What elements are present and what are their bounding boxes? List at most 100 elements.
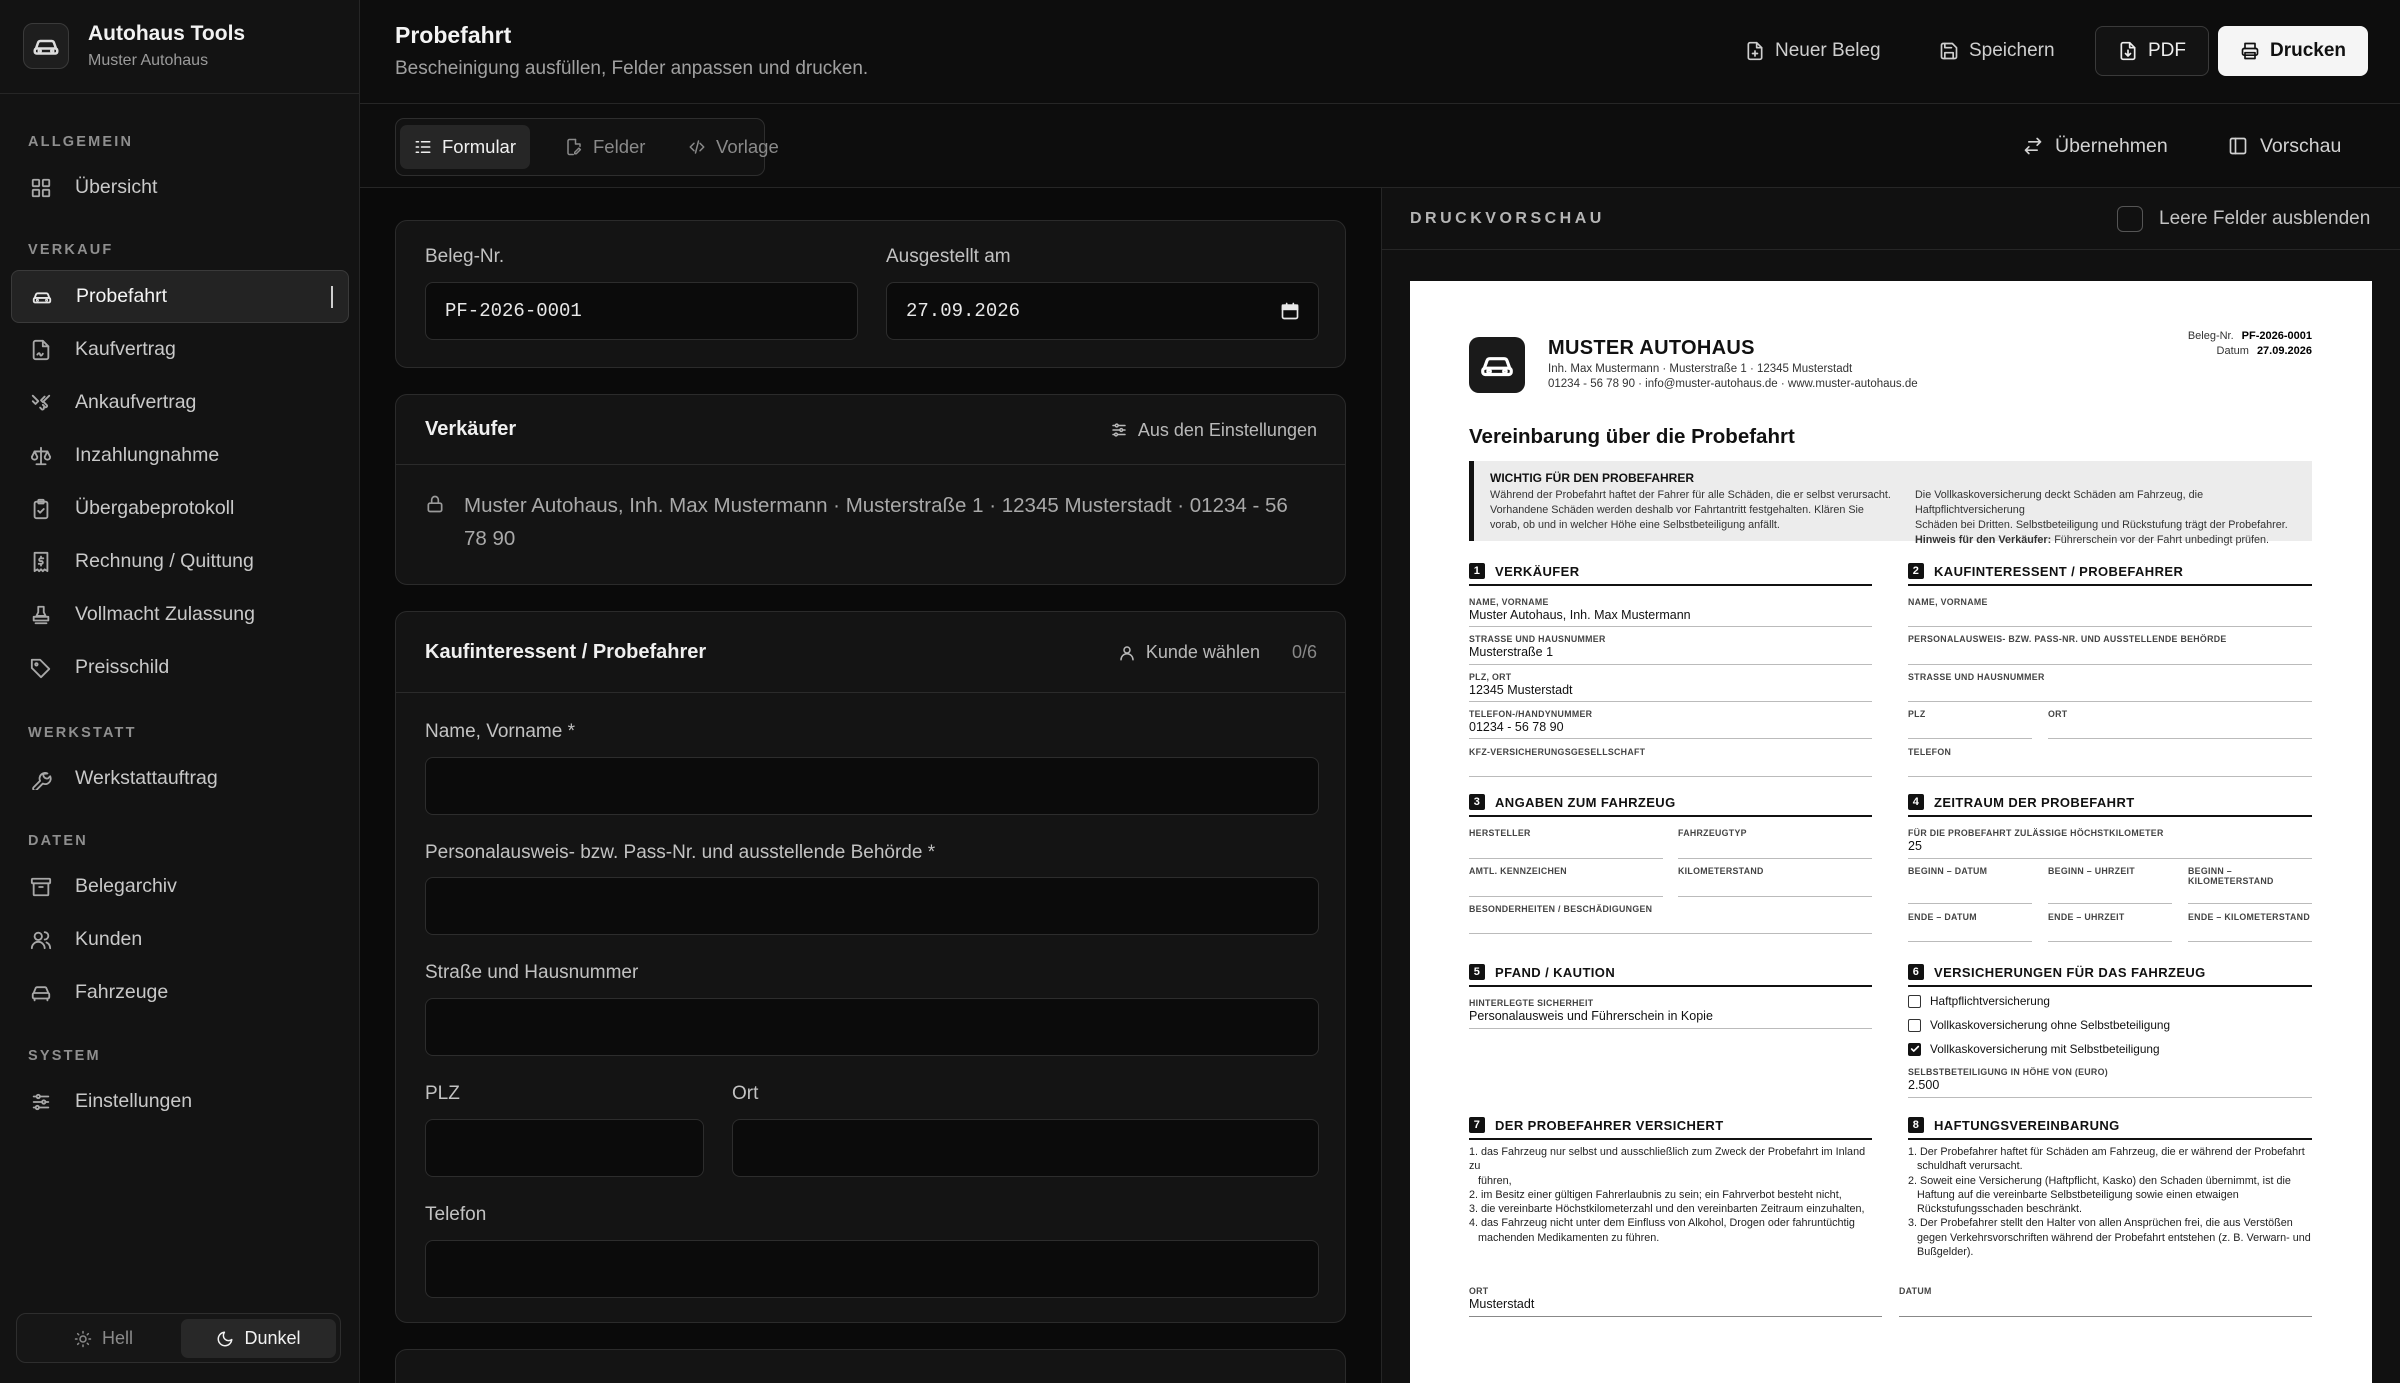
sidebar-item-uebergabeprotokoll[interactable]: Übergabeprotokoll bbox=[11, 482, 349, 535]
theme-light-button[interactable]: Hell bbox=[22, 1319, 185, 1358]
hide-empty-toggle[interactable]: Leere Felder ausblenden bbox=[2117, 203, 2370, 235]
doc-field-line bbox=[1469, 1028, 1872, 1029]
ort-label: Ort bbox=[732, 1083, 759, 1104]
sidebar-item-werkstattauftrag[interactable]: Werkstattauftrag bbox=[11, 752, 349, 805]
tab-label: Felder bbox=[593, 136, 646, 157]
section-label-daten: DATEN bbox=[28, 833, 88, 849]
doc-field-label: STRASSE UND HAUSNUMMER bbox=[1908, 672, 2045, 682]
form-list-icon bbox=[414, 138, 432, 156]
stamp-icon bbox=[7, 604, 75, 626]
handshake-icon bbox=[7, 392, 75, 414]
sidebar-item-rechnung[interactable]: Rechnung / Quittung bbox=[11, 535, 349, 588]
doc-field-value: Musterstadt bbox=[1469, 1297, 1535, 1311]
file-edit-icon bbox=[565, 138, 583, 156]
doc-field-line bbox=[1469, 896, 1663, 897]
sidebar-item-einstellungen[interactable]: Einstellungen bbox=[11, 1075, 349, 1128]
datum-input[interactable]: 27.09.2026 bbox=[886, 282, 1319, 340]
tab-formular[interactable]: Formular bbox=[400, 125, 531, 169]
file-plus-icon bbox=[1745, 41, 1765, 61]
doc-field-line bbox=[1469, 664, 1872, 665]
beleg-input[interactable]: PF-2026-0001 bbox=[425, 282, 858, 340]
apply-button[interactable]: Übernehmen bbox=[2023, 126, 2168, 166]
doc-field-label: BESONDERHEITEN / BESCHÄDIGUNGEN bbox=[1469, 904, 1653, 914]
doc-checkbox-vollkasko-ohne: Vollkaskoversicherung ohne Selbstbeteili… bbox=[1908, 1018, 2170, 1032]
tab-vorlage[interactable]: Vorlage bbox=[674, 125, 793, 169]
hide-empty-checkbox[interactable] bbox=[2117, 206, 2143, 232]
receipt-icon bbox=[7, 551, 75, 573]
doc-notice-line: Während der Probefahrt haftet der Fahrer… bbox=[1490, 489, 1891, 501]
sidebar-item-label: Ankaufvertrag bbox=[75, 391, 197, 413]
save-icon bbox=[1939, 41, 1959, 61]
section-title: PFAND / KAUTION bbox=[1495, 964, 1616, 980]
brand-name: Autohaus Tools bbox=[88, 22, 246, 45]
ort-input[interactable] bbox=[732, 1119, 1319, 1177]
pdf-button[interactable]: PDF bbox=[2095, 26, 2209, 76]
doc-field-line bbox=[1469, 933, 1872, 934]
save-button[interactable]: Speichern bbox=[1925, 26, 2069, 76]
plz-label: PLZ bbox=[425, 1083, 460, 1104]
sidebar-item-fahrzeuge[interactable]: Fahrzeuge bbox=[11, 966, 349, 1019]
preview-title: DRUCKVORSCHAU bbox=[1410, 210, 1605, 227]
sidebar-item-kunden[interactable]: Kunden bbox=[11, 913, 349, 966]
theme-dark-label: Dunkel bbox=[244, 1328, 301, 1348]
doc-field-line bbox=[1899, 1316, 2312, 1317]
doc-field-line bbox=[2188, 941, 2312, 942]
sidebar-item-uebersicht[interactable]: Übersicht bbox=[11, 161, 349, 214]
from-settings-button[interactable]: Aus den Einstellungen bbox=[1110, 395, 1317, 465]
doc-field-value: Personalausweis und Führerschein in Kopi… bbox=[1469, 1009, 1713, 1023]
strasse-input[interactable] bbox=[425, 998, 1319, 1056]
clipboard-check-icon bbox=[7, 498, 75, 520]
doc-field-value: 25 bbox=[1908, 839, 1922, 853]
doc-field-value: 2.500 bbox=[1908, 1078, 1940, 1092]
checkbox-empty-icon bbox=[1908, 1018, 1921, 1032]
doc-field-label: BEGINN – UHRZEIT bbox=[2048, 866, 2135, 876]
sidebar-item-probefahrt[interactable]: Probefahrt bbox=[11, 270, 349, 323]
page-subtitle: Bescheinigung ausfüllen, Felder anpassen… bbox=[395, 58, 869, 79]
doc-checkbox-label: Vollkaskoversicherung mit Selbstbeteilig… bbox=[1930, 1042, 2160, 1056]
active-indicator bbox=[331, 286, 333, 308]
print-button[interactable]: Drucken bbox=[2218, 26, 2369, 76]
lock-icon bbox=[425, 494, 445, 514]
doc-list-line: Haftung auf die vereinbarte Selbstbeteil… bbox=[1917, 1188, 2239, 1201]
sidebar-item-belegarchiv[interactable]: Belegarchiv bbox=[11, 860, 349, 913]
sliders-icon bbox=[7, 1091, 75, 1113]
file-download-icon bbox=[2118, 41, 2138, 61]
calendar-icon[interactable] bbox=[1280, 301, 1300, 321]
doc-company-name: MUSTER AUTOHAUS bbox=[1548, 337, 1755, 359]
doc-field-label: ENDE – KILOMETERSTAND bbox=[2188, 912, 2310, 922]
sidebar-item-label: Preisschild bbox=[75, 656, 170, 678]
sidebar-item-ankaufvertrag[interactable]: Ankaufvertrag bbox=[11, 376, 349, 429]
ausweis-input[interactable] bbox=[425, 877, 1319, 935]
theme-dark-button[interactable]: Dunkel bbox=[181, 1319, 336, 1358]
doc-notice-line: vorab, ob und in welcher Höhe eine Selbs… bbox=[1490, 519, 1780, 531]
plz-input[interactable] bbox=[425, 1119, 704, 1177]
doc-field-label: AMTL. KENNZEICHEN bbox=[1469, 866, 1567, 876]
sidebar-item-preisschild[interactable]: Preisschild bbox=[11, 641, 349, 694]
sidebar-item-vollmacht[interactable]: Vollmacht Zulassung bbox=[11, 588, 349, 641]
doc-notice-left: Während der Probefahrt haftet der Fahrer… bbox=[1490, 488, 1891, 533]
sidebar-item-inzahlungnahme[interactable]: Inzahlungnahme bbox=[11, 429, 349, 482]
preview-toggle-button[interactable]: Vorschau bbox=[2228, 126, 2341, 166]
choose-customer-button[interactable]: Kunde wählen bbox=[1146, 642, 1260, 663]
customer-card-header: Kaufinteressent / Probefahrer Kunde wähl… bbox=[396, 612, 1345, 693]
doc-datum: Datum 27.09.2026 bbox=[2217, 345, 2312, 357]
user-icon bbox=[1118, 644, 1136, 662]
form-panel: Beleg-Nr. PF-2026-0001 Ausgestellt am 27… bbox=[360, 188, 1382, 1383]
tab-felder[interactable]: Felder bbox=[551, 125, 659, 169]
scale-icon bbox=[7, 445, 75, 467]
doc-field-line bbox=[1908, 664, 2312, 665]
telefon-input[interactable] bbox=[425, 1240, 1319, 1298]
doc-field-value: 12345 Musterstadt bbox=[1469, 683, 1573, 697]
sidebar-item-kaufvertrag[interactable]: Kaufvertrag bbox=[11, 323, 349, 376]
name-input[interactable] bbox=[425, 757, 1319, 815]
printer-icon bbox=[2240, 41, 2260, 61]
section-title: VERSICHERUNGEN FÜR DAS FAHRZEUG bbox=[1934, 964, 2206, 980]
doc-field-line bbox=[2048, 903, 2172, 904]
doc-section-8-list: 1. Der Probefahrer haftet für Schäden am… bbox=[1908, 1145, 2312, 1259]
doc-notice-line: Vorhandene Schäden werden deshalb vor Fa… bbox=[1490, 504, 1864, 516]
doc-field-label: STRASSE UND HAUSNUMMER bbox=[1469, 634, 1606, 644]
checkbox-checked-icon bbox=[1908, 1042, 1921, 1056]
new-document-button[interactable]: Neuer Beleg bbox=[1731, 26, 1895, 76]
doc-field-label-line: KILOMETERSTAND bbox=[2188, 876, 2274, 886]
filled-count: 0/6 bbox=[1291, 642, 1317, 662]
